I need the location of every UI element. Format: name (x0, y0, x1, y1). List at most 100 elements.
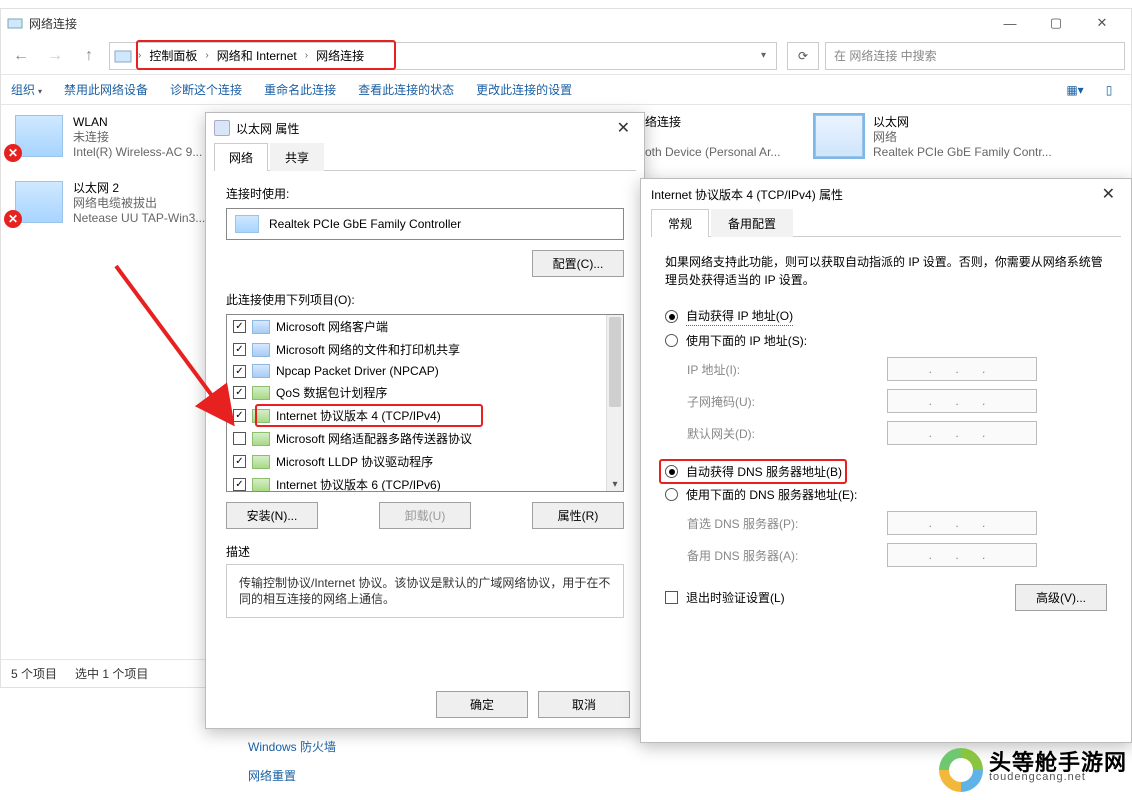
radio-icon (665, 465, 678, 478)
checkbox[interactable]: ✓ (233, 343, 246, 356)
view-status[interactable]: 查看此连接的状态 (358, 81, 454, 98)
adapter-name: 以太网 (873, 115, 1052, 130)
maximize-button[interactable]: ▢ (1033, 9, 1079, 37)
dns-manual-radio[interactable]: 使用下面的 DNS 服务器地址(E): (665, 486, 1107, 503)
disable-device[interactable]: 禁用此网络设备 (64, 81, 148, 98)
view-options-icon[interactable]: ▦▾ (1063, 80, 1087, 100)
dns1-label: 首选 DNS 服务器(P): (687, 515, 887, 532)
refresh-button[interactable]: ⟳ (787, 42, 819, 70)
protocol-list[interactable]: ✓Microsoft 网络客户端✓Microsoft 网络的文件和打印机共享✓N… (226, 314, 624, 492)
adapter-wlan[interactable]: ✕ WLAN 未连接 Intel(R) Wireless-AC 9... (11, 111, 206, 164)
ip-manual-radio[interactable]: 使用下面的 IP 地址(S): (665, 332, 1107, 349)
breadcrumb-item[interactable]: 网络连接 (314, 47, 366, 64)
selection-count: 选中 1 个项目 (75, 665, 148, 682)
firewall-link[interactable]: Windows 防火墙 (248, 738, 336, 755)
checkbox[interactable]: ✓ (233, 478, 246, 491)
protocol-item[interactable]: ✓Internet 协议版本 4 (TCP/IPv4) (227, 404, 623, 427)
close-icon[interactable]: ✕ (611, 118, 636, 138)
back-button[interactable]: ← (7, 42, 35, 70)
location-icon (114, 48, 132, 64)
uninstall-button[interactable]: 卸载(U) (379, 502, 471, 529)
forward-button[interactable]: → (41, 42, 69, 70)
protocol-icon (252, 386, 270, 400)
organize-menu[interactable]: 组织 (11, 81, 42, 98)
protocol-label: Internet 协议版本 6 (TCP/IPv6) (276, 476, 441, 492)
protocol-icon (252, 478, 270, 492)
tab-sharing[interactable]: 共享 (270, 143, 324, 171)
scrollbar[interactable]: ▾ (606, 315, 623, 491)
adapter-ethernet[interactable]: 以太网 网络 Realtek PCIe GbE Family Contr... (811, 111, 1056, 164)
checkbox[interactable]: ✓ (233, 386, 246, 399)
protocol-item[interactable]: ✓ QoS 数据包计划程序 (227, 381, 623, 404)
adapter-name-text: Realtek PCIe GbE Family Controller (269, 217, 461, 231)
watermark-logo-icon (939, 748, 983, 792)
description-text: 传输控制协议/Internet 协议。该协议是默认的广域网络协议，用于在不同的相… (226, 564, 624, 618)
minimize-button[interactable]: — (987, 9, 1033, 37)
properties-button[interactable]: 属性(R) (532, 502, 624, 529)
adapter-device: oth Device (Personal Ar... (645, 145, 780, 160)
diagnose-connection[interactable]: 诊断这个连接 (170, 81, 242, 98)
protocol-item[interactable]: ✓Microsoft LLDP 协议驱动程序 (227, 450, 623, 473)
connect-using-label: 连接时使用: (226, 185, 624, 202)
subnet-mask-input: . . . (887, 389, 1037, 413)
checkbox[interactable]: ✓ (233, 409, 246, 422)
search-input[interactable]: 在 网络连接 中搜索 (825, 42, 1125, 70)
address-bar[interactable]: › 控制面板 › 网络和 Internet › 网络连接 ▾ (109, 42, 777, 70)
adapter-name: WLAN (73, 115, 202, 130)
checkbox[interactable]: ✓ (233, 455, 246, 468)
breadcrumb-item[interactable]: 控制面板 (147, 47, 199, 64)
network-reset-link[interactable]: 网络重置 (248, 767, 336, 784)
up-button[interactable]: ↑ (75, 42, 103, 70)
rename-connection[interactable]: 重命名此连接 (264, 81, 336, 98)
install-button[interactable]: 安装(N)... (226, 502, 318, 529)
dns-auto-radio[interactable]: 自动获得 DNS 服务器地址(B) (665, 463, 1107, 480)
ethernet-properties-dialog: 以太网 属性 ✕ 网络 共享 连接时使用: Realtek PCIe GbE F… (205, 112, 645, 729)
protocol-item[interactable]: ✓Microsoft 网络的文件和打印机共享 (227, 338, 623, 361)
protocol-icon (252, 320, 270, 334)
adapter-bt[interactable]: 络连接 oth Device (Personal Ar... (641, 111, 784, 164)
breadcrumb-item[interactable]: 网络和 Internet (215, 47, 299, 64)
protocol-item[interactable]: Microsoft 网络适配器多路传送器协议 (227, 427, 623, 450)
settings-links: Windows 防火墙 网络重置 (248, 738, 336, 784)
close-icon[interactable]: ✕ (1096, 184, 1121, 204)
protocol-item[interactable]: ✓Microsoft 网络客户端 (227, 315, 623, 338)
ip-address-label: IP 地址(I): (687, 361, 887, 378)
ok-button[interactable]: 确定 (436, 691, 528, 718)
tab-general[interactable]: 常规 (651, 209, 709, 237)
gateway-input: . . . (887, 421, 1037, 445)
tab-alternate[interactable]: 备用配置 (711, 209, 793, 237)
validate-checkbox[interactable] (665, 591, 678, 604)
radio-icon (665, 310, 678, 323)
adapter-status: 网络 (873, 130, 1052, 145)
configure-button[interactable]: 配置(C)... (532, 250, 624, 277)
protocol-icon (252, 432, 270, 446)
tab-network[interactable]: 网络 (214, 143, 268, 171)
cancel-button[interactable]: 取消 (538, 691, 630, 718)
titlebar: 网络连接 — ▢ ✕ (1, 9, 1131, 37)
checkbox[interactable]: ✓ (233, 365, 246, 378)
checkbox[interactable]: ✓ (233, 320, 246, 333)
checkbox[interactable] (233, 432, 246, 445)
close-button[interactable]: ✕ (1079, 9, 1125, 37)
change-settings[interactable]: 更改此连接的设置 (476, 81, 572, 98)
dns2-label: 备用 DNS 服务器(A): (687, 547, 887, 564)
protocol-icon (252, 455, 270, 469)
preview-pane-icon[interactable]: ▯ (1097, 80, 1121, 100)
subnet-mask-label: 子网掩码(U): (687, 393, 887, 410)
advanced-button[interactable]: 高级(V)... (1015, 584, 1107, 611)
watermark: 头等舱手游网 toudengcang.net (939, 748, 1127, 792)
ip-auto-radio[interactable]: 自动获得 IP 地址(O) (665, 307, 1107, 326)
command-bar: 组织 禁用此网络设备 诊断这个连接 重命名此连接 查看此连接的状态 更改此连接的… (1, 75, 1131, 105)
radio-icon (665, 334, 678, 347)
adapter-selector: Realtek PCIe GbE Family Controller (226, 208, 624, 240)
protocol-item[interactable]: ✓ Internet 协议版本 6 (TCP/IPv6) (227, 473, 623, 492)
adapter-device: Realtek PCIe GbE Family Contr... (873, 145, 1052, 160)
adapter-status: 未连接 (73, 130, 202, 145)
adapter-icon (815, 115, 863, 157)
protocol-item[interactable]: ✓Npcap Packet Driver (NPCAP) (227, 361, 623, 381)
adapter-ethernet2[interactable]: ✕ 以太网 2 网络电缆被拔出 Netease UU TAP-Win3... (11, 177, 209, 230)
dropdown-icon[interactable]: ▾ (755, 50, 772, 61)
protocol-label: QoS 数据包计划程序 (276, 384, 387, 401)
chevron-icon: › (134, 50, 145, 61)
description-label: 描述 (226, 543, 624, 560)
